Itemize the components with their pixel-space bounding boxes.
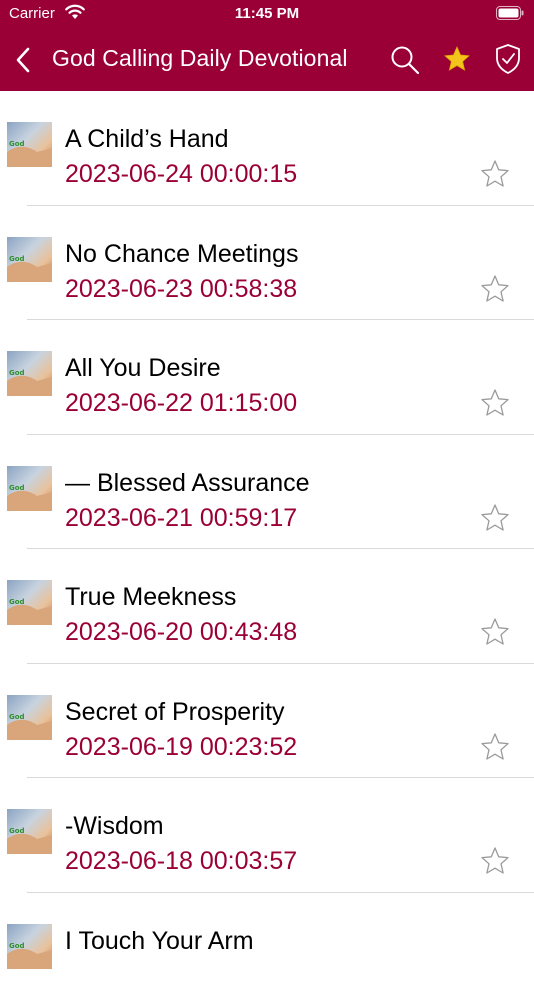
svg-text:God: God <box>9 369 25 377</box>
page-title: God Calling Daily Devotional <box>52 45 348 72</box>
list-item[interactable]: God All You Desire 2023-06-22 01:15:00 <box>0 320 534 435</box>
navigation-bar: God Calling Daily Devotional <box>0 36 534 84</box>
svg-text:God: God <box>9 255 25 263</box>
item-date: 2023-06-21 00:59:17 <box>65 504 297 533</box>
list-item[interactable]: God -Wisdom 2023-06-18 00:03:57 <box>0 778 534 893</box>
svg-text:God: God <box>9 140 25 148</box>
devotional-thumbnail: God <box>7 580 52 625</box>
star-outline-icon[interactable] <box>480 846 510 876</box>
item-title: — Blessed Assurance <box>65 469 310 498</box>
item-date: 2023-06-23 00:58:38 <box>65 275 297 304</box>
star-outline-icon[interactable] <box>480 732 510 762</box>
item-date: 2023-06-24 00:00:15 <box>65 160 297 189</box>
item-title: No Chance Meetings <box>65 240 298 269</box>
item-title: True Meekness <box>65 583 236 612</box>
item-title: -Wisdom <box>65 812 164 841</box>
devotional-thumbnail: God <box>7 809 52 854</box>
chevron-left-icon[interactable] <box>14 46 32 74</box>
devotional-thumbnail: God <box>7 237 52 282</box>
svg-text:God: God <box>9 942 25 950</box>
item-date: 2023-06-22 01:15:00 <box>65 389 297 418</box>
item-date: 2023-06-19 00:23:52 <box>65 733 297 762</box>
list-item[interactable]: God A Child’s Hand 2023-06-24 00:00:15 <box>0 91 534 206</box>
star-outline-icon[interactable] <box>480 159 510 189</box>
list-item[interactable]: God True Meekness 2023-06-20 00:43:48 <box>0 549 534 664</box>
star-outline-icon[interactable] <box>480 274 510 304</box>
devotional-thumbnail: God <box>7 466 52 511</box>
item-date: 2023-06-18 00:03:57 <box>65 847 297 876</box>
star-outline-icon[interactable] <box>480 388 510 418</box>
svg-text:God: God <box>9 713 25 721</box>
list-item[interactable]: God Secret of Prosperity 2023-06-19 00:2… <box>0 664 534 779</box>
search-icon[interactable] <box>390 45 420 75</box>
top-bar: Carrier 11:45 PM God Calling Daily Devot… <box>0 0 534 91</box>
shield-check-icon[interactable] <box>494 43 522 75</box>
star-filled-icon[interactable] <box>443 45 471 73</box>
svg-text:God: God <box>9 827 25 835</box>
item-title: Secret of Prosperity <box>65 698 285 727</box>
battery-icon <box>496 6 524 20</box>
list-item[interactable]: God No Chance Meetings 2023-06-23 00:58:… <box>0 206 534 321</box>
devotional-list: God A Child’s Hand 2023-06-24 00:00:15 G… <box>0 91 534 1007</box>
svg-text:God: God <box>9 598 25 606</box>
item-title: All You Desire <box>65 354 221 383</box>
list-item[interactable]: God — Blessed Assurance 2023-06-21 00:59… <box>0 435 534 550</box>
devotional-thumbnail: God <box>7 351 52 396</box>
item-date: 2023-06-20 00:43:48 <box>65 618 297 647</box>
star-outline-icon[interactable] <box>480 617 510 647</box>
status-bar: Carrier 11:45 PM <box>0 0 534 30</box>
devotional-thumbnail: God <box>7 924 52 969</box>
svg-text:God: God <box>9 484 25 492</box>
devotional-thumbnail: God <box>7 122 52 167</box>
item-title: I Touch Your Arm <box>65 927 254 956</box>
devotional-thumbnail: God <box>7 695 52 740</box>
item-title: A Child’s Hand <box>65 125 229 154</box>
star-outline-icon[interactable] <box>480 503 510 533</box>
clock: 11:45 PM <box>0 5 534 22</box>
